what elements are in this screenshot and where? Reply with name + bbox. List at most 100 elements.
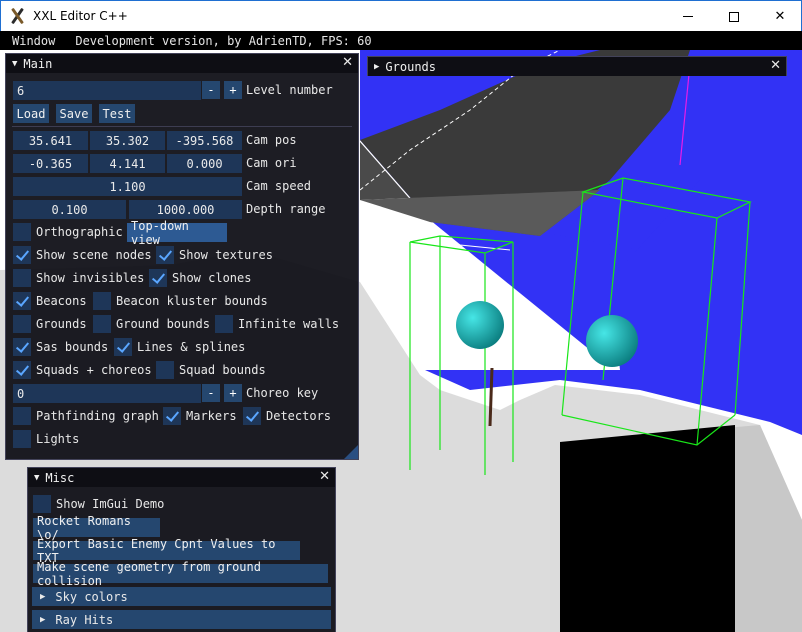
squad-bounds-checkbox[interactable] [156,361,174,379]
pathfinding-graph-checkbox[interactable] [13,407,31,425]
grounds-checkbox[interactable] [13,315,31,333]
separator [12,126,352,127]
maximize-button[interactable] [711,1,757,32]
close-button[interactable]: ✕ [757,1,802,32]
cam-ori-label: Cam ori [246,156,297,170]
window-title: XXL Editor C++ [33,9,128,23]
grounds-label: Grounds [36,317,87,331]
status-text: Development version, by AdrienTD, FPS: 6… [75,33,372,48]
menu-window[interactable]: Window [0,34,55,48]
test-button[interactable]: Test [99,104,135,123]
beacons-label: Beacons [36,294,87,308]
main-window[interactable]: ▼ Main ✕ 6 - + Level number Load Save Te… [5,53,359,460]
show-clones-label: Show clones [172,271,252,285]
misc-title-bar[interactable]: ▼ Misc ✕ [28,468,335,487]
resize-grip[interactable] [344,445,358,459]
level-plus-button[interactable]: + [224,81,242,99]
cam-pos-label: Cam pos [246,133,297,147]
squad-bounds-label: Squad bounds [179,363,266,377]
cam-pos-x-input[interactable]: 35.641 [13,131,88,150]
sas-bounds-checkbox[interactable] [13,338,31,356]
expand-arrow-icon: ▶ [40,591,46,602]
lights-checkbox[interactable] [13,430,31,448]
infinite-walls-label: Infinite walls [238,317,340,331]
orthographic-checkbox[interactable] [13,223,31,241]
detectors-checkbox[interactable] [243,407,261,425]
level-number-input[interactable]: 6 [13,81,201,100]
show-scene-nodes-checkbox[interactable] [13,246,31,264]
misc-title: Misc [45,470,75,485]
depth-range-label: Depth range [246,202,326,216]
grounds-close-icon[interactable]: ✕ [770,58,781,73]
cam-pos-y-input[interactable]: 35.302 [90,131,165,150]
black-pit [560,425,735,632]
cam-ori-x-input[interactable]: -0.365 [13,154,88,173]
ray-hits-label: Ray Hits [55,612,114,627]
beacon-sphere-left [456,301,504,349]
main-title-bar[interactable]: ▼ Main ✕ [6,54,358,73]
collapse-arrow-icon[interactable]: ▼ [12,59,17,69]
level-minus-button[interactable]: - [202,81,220,99]
load-button[interactable]: Load [13,104,49,123]
beacon-kluster-bounds-checkbox[interactable] [93,292,111,310]
beacon-sphere-right [586,315,638,367]
lights-label: Lights [36,432,80,446]
sky-colors-label: Sky colors [55,589,128,604]
ground-bounds-label: Ground bounds [116,317,210,331]
show-invisibles-checkbox[interactable] [13,269,31,287]
minimize-button[interactable] [665,1,711,32]
sky-colors-header[interactable]: ▶ Sky colors [32,587,331,606]
collapse-arrow-icon[interactable]: ▼ [34,473,39,483]
choreo-minus-button[interactable]: - [202,384,220,402]
beacon-kluster-bounds-label: Beacon kluster bounds [116,294,268,308]
save-button[interactable]: Save [56,104,92,123]
cam-pos-z-input[interactable]: -395.568 [167,131,242,150]
squads-choreos-checkbox[interactable] [13,361,31,379]
ray-hits-header[interactable]: ▶ Ray Hits [32,610,331,629]
maximize-icon [729,11,739,22]
grounds-title-bar[interactable]: ▶ Grounds ✕ [368,57,786,76]
misc-close-icon[interactable]: ✕ [319,469,330,484]
rocket-romans-button[interactable]: Rocket Romans \o/ [33,514,160,542]
grounds-title: Grounds [385,59,436,74]
choreo-plus-button[interactable]: + [224,384,242,402]
show-imgui-demo-label: Show ImGui Demo [56,497,165,511]
show-textures-checkbox[interactable] [156,246,174,264]
main-menu-bar: Window Development version, by AdrienTD,… [0,31,802,50]
expand-arrow-icon: ▶ [40,614,46,625]
cam-speed-label: Cam speed [246,179,312,193]
minimize-icon [683,16,693,17]
ground-bounds-checkbox[interactable] [93,315,111,333]
export-values-button[interactable]: Export Basic Enemy Cpnt Values to TXT [33,537,300,565]
lines-splines-checkbox[interactable] [114,338,132,356]
make-geometry-button[interactable]: Make scene geometry from ground collisio… [33,560,328,588]
markers-checkbox[interactable] [163,407,181,425]
main-title: Main [23,56,53,71]
pathfinding-graph-label: Pathfinding graph [36,409,159,423]
grounds-window[interactable]: ▶ Grounds ✕ [367,56,787,76]
depth-near-input[interactable]: 0.100 [13,200,126,219]
lines-splines-label: Lines & splines [137,340,246,354]
beacons-checkbox[interactable] [13,292,31,310]
main-close-icon[interactable]: ✕ [342,55,353,70]
show-textures-label: Show textures [179,248,273,262]
expand-arrow-icon[interactable]: ▶ [374,62,379,72]
choreo-key-label: Choreo key [246,386,319,400]
markers-label: Markers [186,409,237,423]
sas-bounds-label: Sas bounds [36,340,109,354]
level-number-label: Level number [246,83,333,97]
show-invisibles-label: Show invisibles [36,271,145,285]
cam-ori-z-input[interactable]: 0.000 [167,154,242,173]
orthographic-label: Orthographic [36,225,123,239]
show-imgui-demo-checkbox[interactable] [33,495,51,513]
depth-far-input[interactable]: 1000.000 [129,200,242,219]
show-scene-nodes-label: Show scene nodes [36,248,152,262]
cam-ori-y-input[interactable]: 4.141 [90,154,165,173]
window-title-bar[interactable]: XXL Editor C++ ✕ [0,0,802,31]
cam-speed-slider[interactable]: 1.100 [13,177,242,196]
show-clones-checkbox[interactable] [149,269,167,287]
choreo-key-input[interactable]: 0 [13,384,201,403]
infinite-walls-checkbox[interactable] [215,315,233,333]
top-down-view-button[interactable]: Top-down view [127,219,227,247]
misc-window[interactable]: ▼ Misc ✕ Show ImGui Demo Rocket Romans \… [27,467,336,632]
